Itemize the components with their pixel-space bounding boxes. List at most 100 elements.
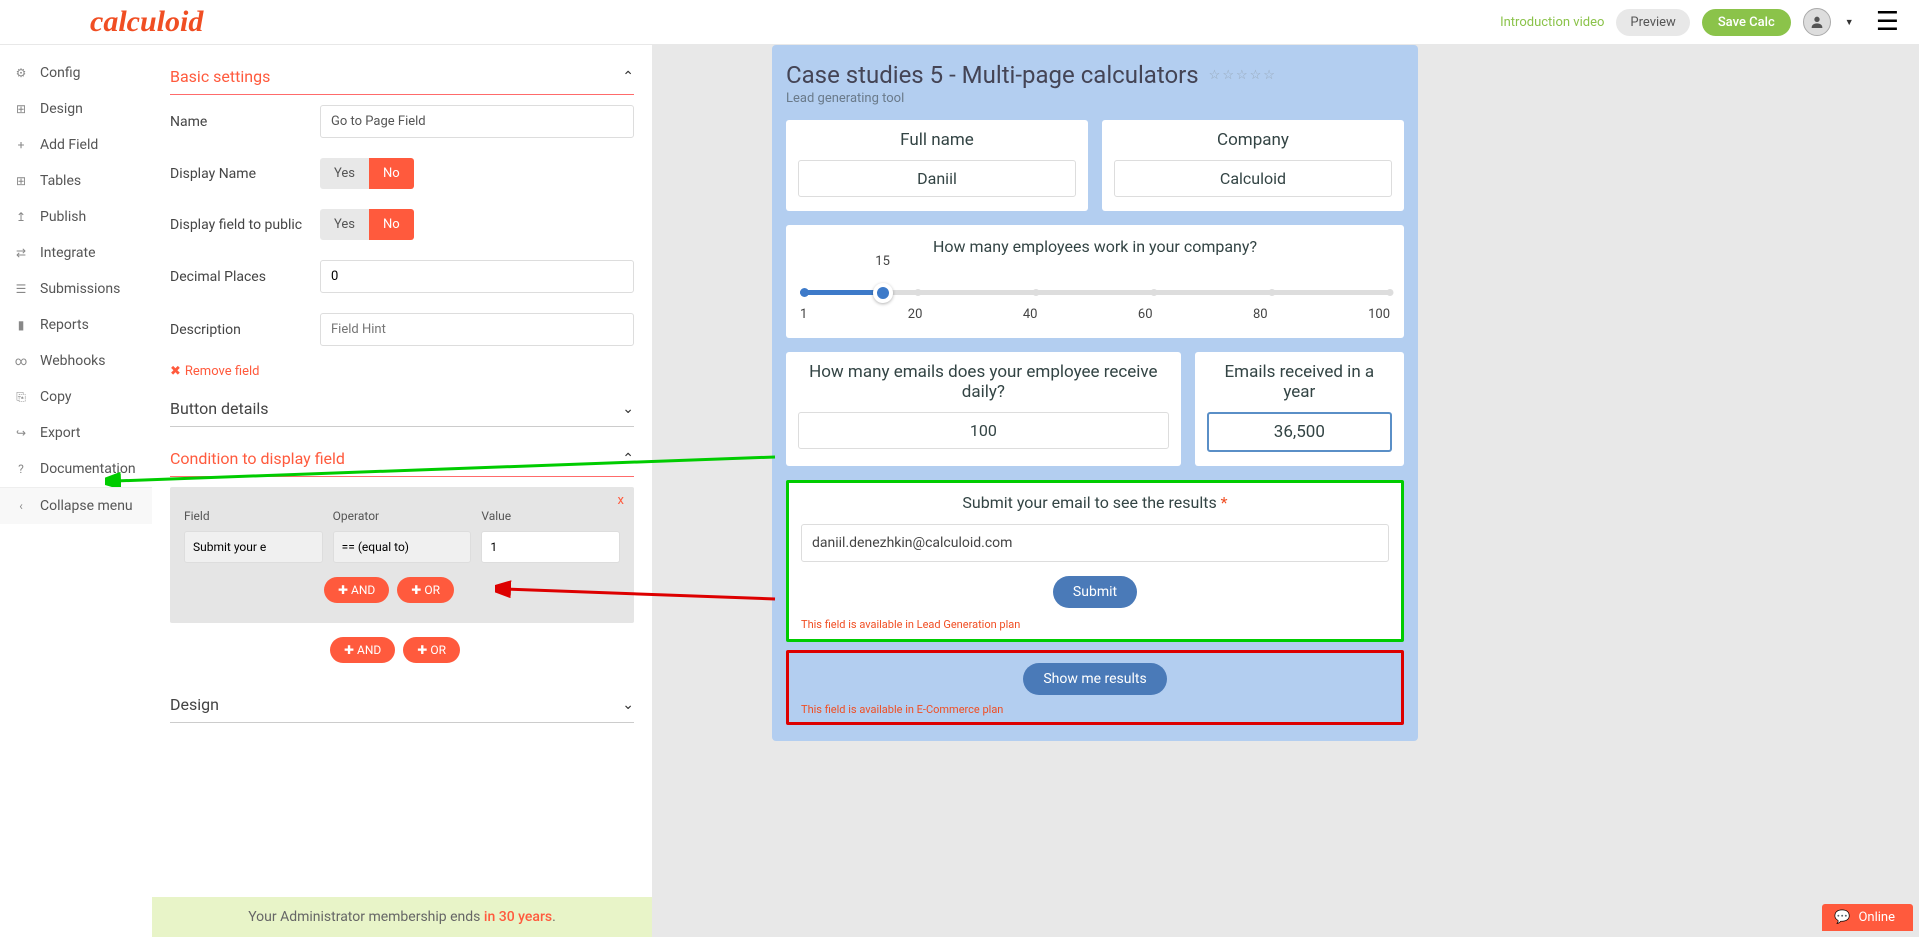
design-header[interactable]: Design ⌄ bbox=[170, 683, 634, 723]
section-title: Basic settings bbox=[170, 67, 270, 86]
display-public-toggle: Yes No bbox=[320, 209, 414, 240]
design-icon: ⊞ bbox=[14, 102, 28, 116]
export-icon: ↪ bbox=[14, 426, 28, 440]
display-name-no[interactable]: No bbox=[369, 158, 414, 189]
submissions-icon: ☰ bbox=[14, 282, 28, 296]
publish-icon: ↥ bbox=[14, 210, 28, 224]
editor-content: Basic settings ⌃ Name Display Name Yes N… bbox=[152, 45, 652, 897]
slider-value: 15 bbox=[875, 254, 890, 269]
section-title: Condition to display field bbox=[170, 449, 345, 468]
calculator-title: Case studies 5 - Multi-page calculators … bbox=[786, 61, 1404, 89]
sidebar-item-integrate[interactable]: ⇄Integrate bbox=[0, 235, 152, 271]
condition-row: Field Operator Value bbox=[184, 509, 620, 563]
submit-button[interactable]: Submit bbox=[1053, 576, 1137, 608]
button-details-header[interactable]: Button details ⌄ bbox=[170, 387, 634, 427]
condition-close[interactable]: x bbox=[618, 493, 624, 508]
slider-marks: 1 20 40 60 80 100 bbox=[800, 307, 1390, 322]
value-label: Value bbox=[481, 509, 620, 523]
user-caret-icon[interactable]: ▼ bbox=[1845, 17, 1854, 28]
company-label: Company bbox=[1114, 130, 1392, 150]
sidebar-item-publish[interactable]: ↥ Publish bbox=[0, 199, 152, 235]
collapse-icon: ‹ bbox=[14, 499, 28, 513]
user-avatar[interactable] bbox=[1803, 8, 1831, 36]
condition-header[interactable]: Condition to display field ⌃ bbox=[170, 437, 634, 477]
webhooks-icon: ∞ bbox=[14, 354, 28, 368]
and-button-2[interactable]: ✚ AND bbox=[330, 637, 395, 663]
footer-highlight: in 30 years bbox=[484, 909, 552, 925]
company-input[interactable] bbox=[1114, 160, 1392, 197]
slider-start-dot bbox=[800, 288, 809, 297]
sidebar-collapse[interactable]: ‹Collapse menu bbox=[0, 487, 152, 524]
name-company-row: Full name Company bbox=[786, 120, 1404, 211]
email-input[interactable] bbox=[801, 524, 1389, 562]
emails-daily-input[interactable] bbox=[798, 412, 1169, 449]
emails-row: How many emails does your employee recei… bbox=[786, 352, 1404, 466]
name-label: Name bbox=[170, 114, 320, 130]
display-public-no[interactable]: No bbox=[369, 209, 414, 240]
slider-thumb[interactable] bbox=[873, 283, 893, 303]
sidebar-item-reports[interactable]: ▮Reports bbox=[0, 307, 152, 343]
main: ⚙Config ⊞Design +Add Field ⊞Tables ↥ Publ… bbox=[0, 45, 1919, 937]
condition-value-input[interactable] bbox=[481, 531, 620, 563]
and-or-row-2: ✚ AND ✚ OR bbox=[170, 637, 634, 663]
value-col: Value bbox=[481, 509, 620, 563]
condition-field-input[interactable] bbox=[184, 531, 323, 563]
and-button-1[interactable]: ✚ AND bbox=[324, 577, 389, 603]
x-icon: ✖ bbox=[170, 364, 181, 379]
save-calc-button[interactable]: Save Calc bbox=[1702, 9, 1791, 36]
online-chat-badge[interactable]: 💬 Online bbox=[1822, 904, 1913, 931]
submit-label: Submit your email to see the results * bbox=[801, 493, 1389, 512]
sidebar-item-export[interactable]: ↪ Export bbox=[0, 415, 152, 451]
sidebar-item-config[interactable]: ⚙Config bbox=[0, 55, 152, 91]
chevron-down-icon: ⌄ bbox=[622, 697, 634, 713]
display-public-yes[interactable]: Yes bbox=[320, 209, 369, 240]
slider-mark: 60 bbox=[1138, 307, 1153, 322]
sidebar-item-submissions[interactable]: ☰Submissions bbox=[0, 271, 152, 307]
table-icon: ⊞ bbox=[14, 174, 28, 188]
or-button-2[interactable]: ✚ OR bbox=[403, 637, 460, 663]
logo: calculoid bbox=[90, 5, 203, 39]
remove-field-link[interactable]: ✖ Remove field bbox=[170, 356, 259, 387]
rating-stars[interactable]: ☆☆☆☆☆ bbox=[1209, 68, 1277, 83]
sidebar-item-webhooks[interactable]: ∞Webhooks bbox=[0, 343, 152, 379]
editor-panel: Basic settings ⌃ Name Display Name Yes N… bbox=[152, 45, 652, 937]
sidebar-item-design[interactable]: ⊞Design bbox=[0, 91, 152, 127]
slider[interactable]: 15 1 20 40 60 bbox=[800, 274, 1390, 322]
fullname-field: Full name bbox=[786, 120, 1088, 211]
slider-mark: 1 bbox=[800, 307, 807, 322]
sidebar-item-add-field[interactable]: +Add Field bbox=[0, 127, 152, 163]
emails-year-output: 36,500 bbox=[1207, 412, 1392, 452]
decimal-input[interactable] bbox=[320, 260, 634, 293]
fullname-input[interactable] bbox=[798, 160, 1076, 197]
slider-tick bbox=[1151, 289, 1158, 296]
display-public-row: Display field to public Yes No bbox=[170, 199, 634, 250]
operator-label: Operator bbox=[333, 509, 472, 523]
show-results-button[interactable]: Show me results bbox=[1023, 663, 1166, 695]
slider-mark: 40 bbox=[1023, 307, 1038, 322]
display-name-yes[interactable]: Yes bbox=[320, 158, 369, 189]
gear-icon: ⚙ bbox=[14, 66, 28, 80]
preview-button[interactable]: Preview bbox=[1616, 9, 1689, 36]
description-label: Description bbox=[170, 322, 320, 338]
sidebar-item-copy[interactable]: ⎘Copy bbox=[0, 379, 152, 415]
sidebar-item-documentation[interactable]: ?Documentation bbox=[0, 451, 152, 487]
hamburger-icon[interactable]: ☰ bbox=[1876, 7, 1899, 37]
sidebar-item-label: Export bbox=[40, 425, 80, 441]
reports-icon: ▮ bbox=[14, 318, 28, 332]
description-input[interactable] bbox=[320, 313, 634, 346]
sidebar-item-tables[interactable]: ⊞Tables bbox=[0, 163, 152, 199]
slider-mark: 100 bbox=[1368, 307, 1390, 322]
or-button-1[interactable]: ✚ OR bbox=[397, 577, 454, 603]
emails-daily-label: How many emails does your employee recei… bbox=[798, 362, 1169, 402]
name-input[interactable] bbox=[320, 105, 634, 138]
basic-settings-header[interactable]: Basic settings ⌃ bbox=[170, 55, 634, 95]
slider-tick bbox=[915, 289, 922, 296]
intro-video-link[interactable]: Introduction video bbox=[1500, 15, 1604, 30]
name-row: Name bbox=[170, 95, 634, 148]
display-name-label: Display Name bbox=[170, 166, 320, 182]
display-public-label: Display field to public bbox=[170, 217, 320, 233]
decimal-label: Decimal Places bbox=[170, 269, 320, 285]
sidebar-item-label: Publish bbox=[40, 209, 86, 225]
condition-operator-input[interactable] bbox=[333, 531, 472, 563]
chevron-up-icon: ⌃ bbox=[622, 451, 634, 467]
